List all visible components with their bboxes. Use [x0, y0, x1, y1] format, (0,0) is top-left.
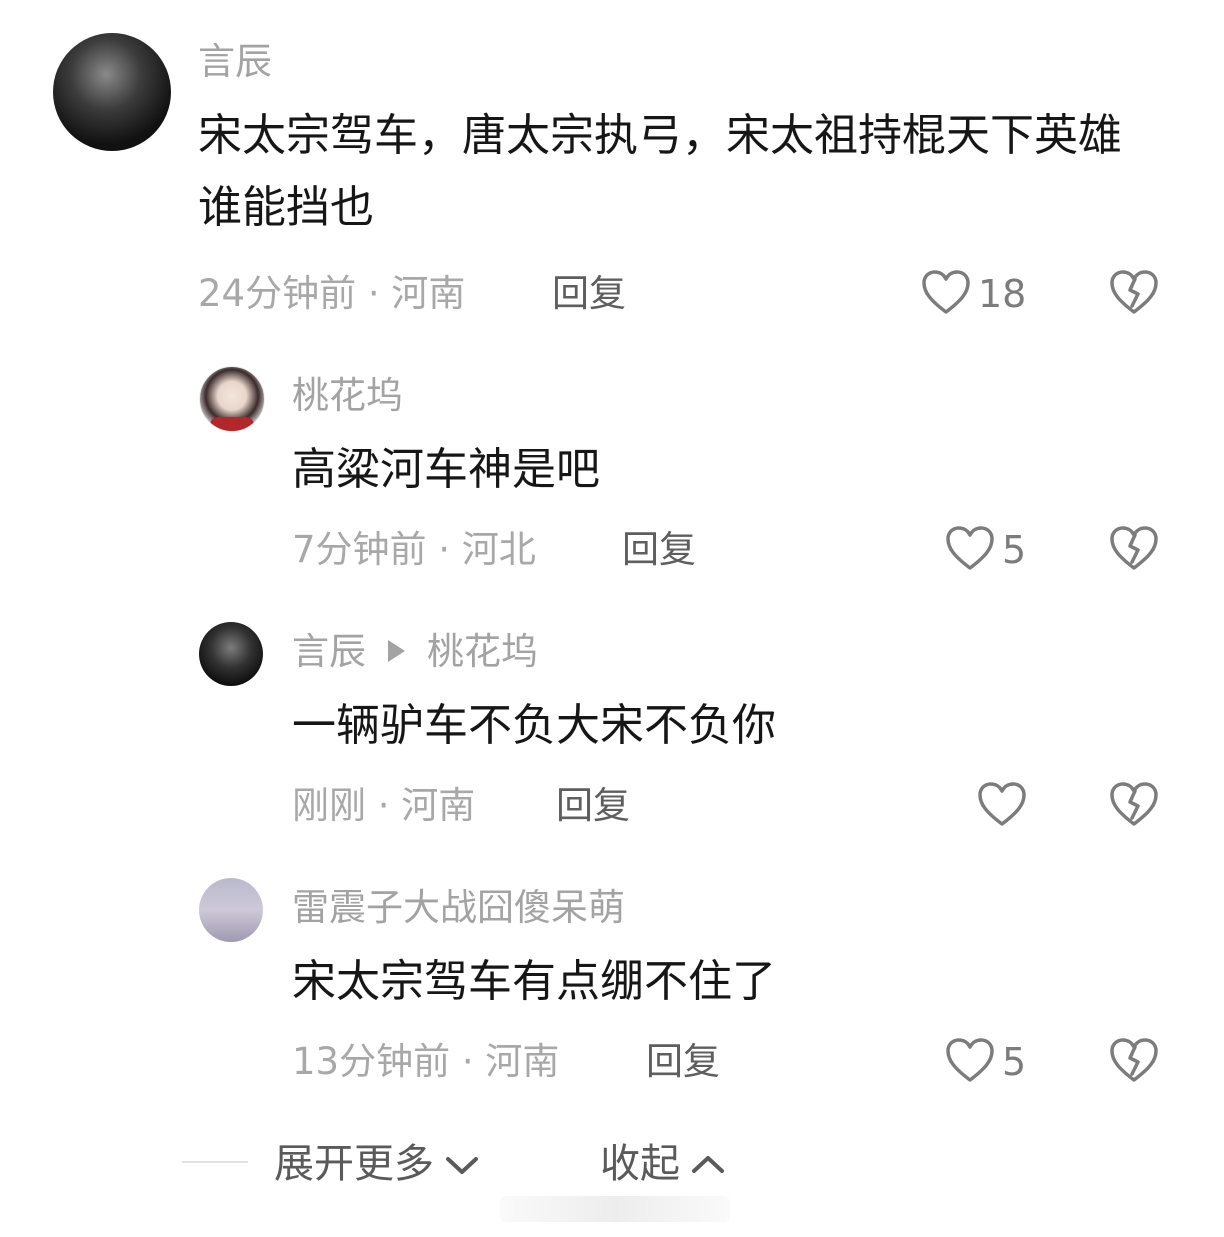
dislike-button[interactable]: [1108, 1036, 1160, 1088]
like-button[interactable]: 5: [944, 1036, 1026, 1088]
dislike-button[interactable]: [1108, 524, 1160, 576]
reply-button[interactable]: 回复: [556, 784, 630, 828]
like-button[interactable]: [976, 780, 1034, 832]
reply-button[interactable]: 回复: [622, 528, 696, 572]
broken-heart-icon: [1108, 1038, 1160, 1088]
expand-more-button[interactable]: 展开更多: [274, 1140, 480, 1188]
reply-button[interactable]: 回复: [646, 1040, 720, 1084]
broken-heart-icon: [1108, 526, 1160, 576]
heart-outline-icon: [944, 1036, 996, 1088]
avatar[interactable]: [53, 33, 171, 151]
comment-author[interactable]: 雷震子大战囧傻呆萌: [292, 886, 625, 930]
comment-text: 一辆驴车不负大宋不负你: [292, 700, 776, 751]
collapse-button[interactable]: 收起: [600, 1140, 726, 1188]
comment-meta: 7分钟前 · 河北: [292, 528, 536, 571]
like-count: 5: [1002, 1040, 1027, 1084]
watermark: [500, 1196, 730, 1222]
comment-author[interactable]: 言辰: [292, 630, 366, 673]
avatar[interactable]: [199, 878, 263, 942]
reply-button[interactable]: 回复: [552, 272, 626, 316]
comment-text: 宋太宗驾车，唐太宗执弓，宋太祖持棍天下英雄谁能挡也: [198, 110, 1122, 233]
avatar[interactable]: [199, 622, 263, 686]
comment-author[interactable]: 桃花坞: [292, 374, 403, 418]
dislike-button[interactable]: [1108, 268, 1160, 320]
reply-to-author[interactable]: 桃花坞: [427, 630, 538, 673]
comment-meta: 24分钟前 · 河南: [198, 272, 466, 315]
heart-outline-icon: [920, 268, 972, 320]
broken-heart-icon: [1108, 782, 1160, 832]
replies-footer: 展开更多 收起: [0, 1136, 1224, 1196]
collapse-label: 收起: [600, 1141, 680, 1187]
comment-1: 言辰 宋太宗驾车，唐太宗执弓，宋太祖持棍天下英雄谁能挡也 24分钟前 · 河南 …: [0, 0, 1224, 340]
dislike-button[interactable]: [1108, 780, 1160, 832]
comment-author[interactable]: 言辰: [198, 40, 272, 84]
comment-text: 高粱河车神是吧: [292, 444, 600, 495]
like-count: 18: [978, 272, 1027, 316]
expand-more-label: 展开更多: [274, 1141, 434, 1187]
comment-author-line: 言辰 桃花坞: [292, 630, 538, 674]
avatar[interactable]: [199, 366, 265, 432]
chevron-down-icon: [434, 1140, 480, 1188]
comment-text: 宋太宗驾车有点绷不住了: [292, 956, 776, 1007]
chevron-up-icon: [680, 1140, 726, 1188]
like-button[interactable]: 5: [944, 524, 1026, 576]
divider: [182, 1161, 248, 1163]
like-button[interactable]: 18: [920, 268, 1026, 320]
heart-outline-icon: [976, 780, 1028, 832]
like-count: 5: [1002, 528, 1027, 572]
heart-outline-icon: [944, 524, 996, 576]
reply-arrow-icon: [388, 639, 405, 662]
comment-meta: 13分钟前 · 河南: [292, 1040, 560, 1083]
comment-meta: 刚刚 · 河南: [292, 784, 476, 827]
broken-heart-icon: [1108, 270, 1160, 320]
